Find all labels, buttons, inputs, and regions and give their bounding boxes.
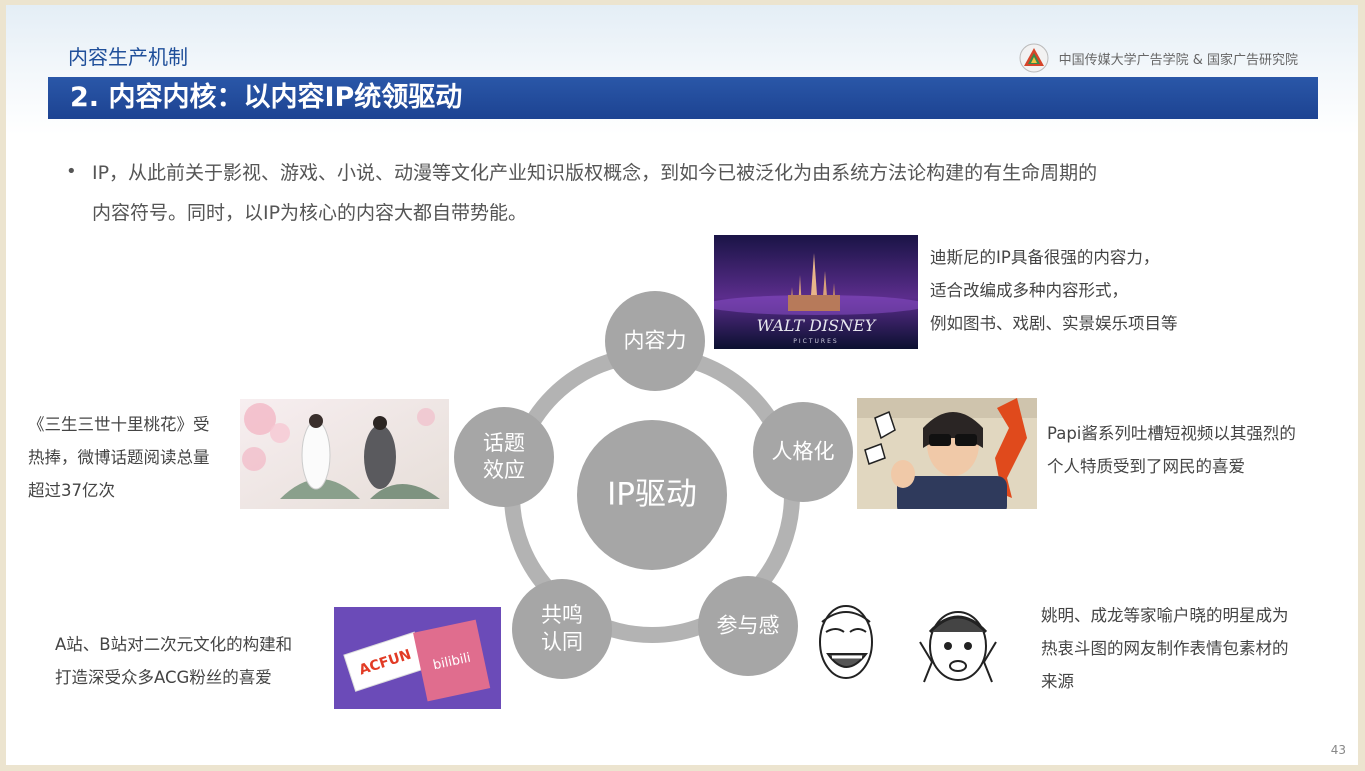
meme-faces-icon [808,602,1018,694]
disney-castle-icon: WALT DISNEY PICTURES [714,235,918,349]
disney-sub-text: PICTURES [793,338,838,345]
disney-logo-text: WALT DISNEY [757,316,877,335]
papi-video-image [857,398,1037,509]
stars-caption-line: 姚明、成龙等家喻户晓的明星成为 [1041,606,1289,625]
node-label-resonance: 共鸣 认同 [541,602,583,656]
acg-caption-line: A站、B站对二次元文化的构建和 [55,635,293,654]
disney-caption: 迪斯尼的IP具备很强的内容力， 适合改编成多种内容形式， 例如图书、戏剧、实景娱… [930,241,1178,340]
peach-blossom-icon [240,399,449,509]
stars-caption-line: 来源 [1041,672,1074,691]
papi-portrait-icon [857,398,1037,509]
disney-caption-line: 迪斯尼的IP具备很强的内容力， [930,248,1160,267]
node-label-participation: 参与感 [716,613,780,638]
meme-faces-image [808,602,1018,694]
peach-blossom-drama-image [240,399,449,509]
stars-caption-line: 热衷斗图的网友制作表情包素材的 [1041,639,1289,658]
center-label: IP驱动 [607,476,697,513]
disney-castle-image: WALT DISNEY PICTURES [714,235,918,349]
acg-caption: A站、B站对二次元文化的构建和 打造深受众多ACG粉丝的喜爱 [55,628,292,694]
page-number: 43 [1330,743,1346,757]
papi-caption-line: 个人特质受到了网民的喜爱 [1047,457,1245,476]
node-label-topic: 话题 效应 [483,430,525,484]
peach-caption-line: 《三生三世十里桃花》受 [28,415,210,434]
acfun-bilibili-icon: ACFUN bilibili [334,607,501,709]
papi-caption: Papi酱系列吐槽短视频以其强烈的 个人特质受到了网民的喜爱 [1047,417,1296,483]
acg-caption-line: 打造深受众多ACG粉丝的喜爱 [55,668,272,687]
peach-caption: 《三生三世十里桃花》受 热捧，微博话题阅读总量 超过37亿次 [28,408,210,507]
node-label-personality: 人格化 [771,439,835,464]
disney-caption-line: 适合改编成多种内容形式， [930,281,1128,300]
acfun-bilibili-image: ACFUN bilibili [334,607,501,709]
node-label-resonance-line2: 认同 [541,630,583,654]
node-label-topic-line1: 话题 [483,431,525,455]
node-label-topic-line2: 效应 [483,458,525,482]
disney-caption-line: 例如图书、戏剧、实景娱乐项目等 [930,314,1178,333]
peach-caption-line: 热捧，微博话题阅读总量 [28,448,210,467]
peach-caption-line: 超过37亿次 [28,481,115,500]
node-label-content-power: 内容力 [623,328,687,353]
stars-caption: 姚明、成龙等家喻户晓的明星成为 热衷斗图的网友制作表情包素材的 来源 [1041,599,1289,698]
slide: 内容生产机制 中国传媒大学广告学院 & 国家广告研究院 2. 内容内核：以内容I… [6,5,1358,765]
node-label-resonance-line1: 共鸣 [541,603,583,627]
papi-caption-line: Papi酱系列吐槽短视频以其强烈的 [1047,424,1296,443]
